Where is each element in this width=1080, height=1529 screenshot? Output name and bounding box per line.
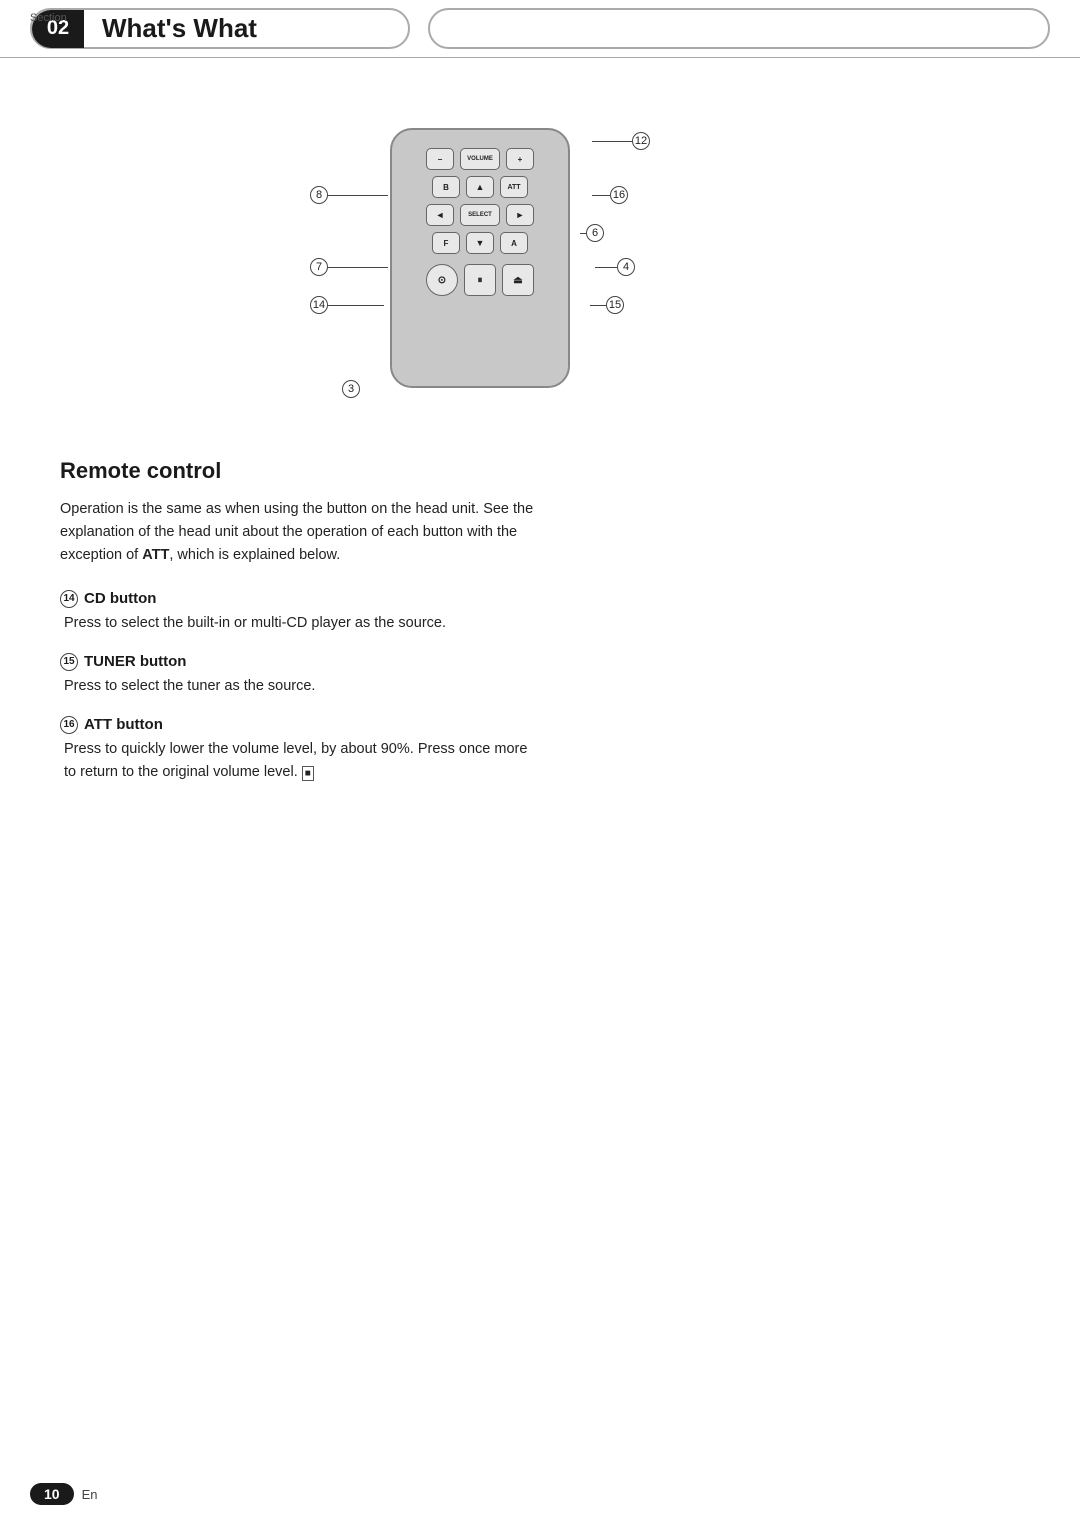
header-bar: 02 What's What <box>0 0 1080 58</box>
callout-7: 7 <box>310 258 388 276</box>
btn-pause[interactable]: ⏸ <box>464 264 496 296</box>
callout-15: 15 <box>590 296 624 314</box>
callout-16: 16 <box>592 186 628 204</box>
btn-b[interactable]: B <box>432 176 460 198</box>
callout-circle-6: 6 <box>586 224 604 242</box>
callout-8: 8 <box>310 186 388 204</box>
callout-circle-14: 14 <box>310 296 328 314</box>
footer: 10 En <box>30 1483 97 1505</box>
item-tuner-button: 15 TUNER button Press to select the tune… <box>60 653 1020 698</box>
remote-control-heading: Remote control <box>60 458 1020 484</box>
language-label: En <box>82 1487 98 1502</box>
callout-circle-12: 12 <box>632 132 650 150</box>
item-att-heading: 16 ATT button <box>60 716 1020 734</box>
item-tuner-heading: 15 TUNER button <box>60 653 1020 671</box>
btn-minus[interactable]: − <box>426 148 454 170</box>
item-cd-button: 14 CD button Press to select the built-i… <box>60 590 1020 635</box>
item-cd-desc: Press to select the built-in or multi-CD… <box>60 612 540 635</box>
callout-circle-4: 4 <box>617 258 635 276</box>
item-cd-number: 14 <box>60 590 78 608</box>
btn-right[interactable] <box>506 204 534 226</box>
header-right-box <box>428 8 1050 49</box>
remote-diagram: − VOLUME + B ATT SELECT <box>60 108 1020 428</box>
callout-14: 14 <box>310 296 384 314</box>
btn-cd[interactable]: ⊙ <box>426 264 458 296</box>
callout-12: 12 <box>592 132 650 150</box>
callout-circle-8: 8 <box>310 186 328 204</box>
item-tuner-number: 15 <box>60 653 78 671</box>
remote-row-2: B ATT <box>402 176 558 198</box>
remote-row-5: ⊙ ⏸ ⏏ <box>402 264 558 296</box>
page: Section 02 What's What − VOLUME + <box>0 0 1080 1529</box>
btn-a[interactable]: A <box>500 232 528 254</box>
callout-3: 3 <box>342 380 360 398</box>
btn-eject[interactable]: ⏏ <box>502 264 534 296</box>
item-att-button: 16 ATT button Press to quickly lower the… <box>60 716 1020 784</box>
btn-plus[interactable]: + <box>506 148 534 170</box>
btn-left[interactable] <box>426 204 454 226</box>
callout-circle-16: 16 <box>610 186 628 204</box>
callout-4: 4 <box>595 258 635 276</box>
callout-6: 6 <box>580 224 604 242</box>
btn-select[interactable]: SELECT <box>460 204 500 226</box>
callout-circle-7: 7 <box>310 258 328 276</box>
item-att-desc: Press to quickly lower the volume level,… <box>60 738 540 784</box>
btn-att[interactable]: ATT <box>500 176 528 198</box>
item-att-number: 16 <box>60 716 78 734</box>
btn-f[interactable]: F <box>432 232 460 254</box>
remote-row-3: SELECT <box>402 204 558 226</box>
header-left: 02 What's What <box>30 8 410 49</box>
remote-body: − VOLUME + B ATT SELECT <box>390 128 570 388</box>
main-content: − VOLUME + B ATT SELECT <box>0 58 1080 832</box>
callout-circle-3: 3 <box>342 380 360 398</box>
btn-volume[interactable]: VOLUME <box>460 148 500 170</box>
section-label: Section <box>30 12 67 24</box>
remote-row-4: F A <box>402 232 558 254</box>
btn-up[interactable] <box>466 176 494 198</box>
page-title: What's What <box>102 13 257 44</box>
item-tuner-desc: Press to select the tuner as the source. <box>60 675 540 698</box>
item-cd-heading: 14 CD button <box>60 590 1020 608</box>
callout-circle-15: 15 <box>606 296 624 314</box>
remote-intro-text: Operation is the same as when using the … <box>60 498 560 568</box>
btn-down[interactable] <box>466 232 494 254</box>
page-number: 10 <box>30 1483 74 1505</box>
remote-row-1: − VOLUME + <box>402 148 558 170</box>
remote-wrapper: − VOLUME + B ATT SELECT <box>300 118 780 418</box>
